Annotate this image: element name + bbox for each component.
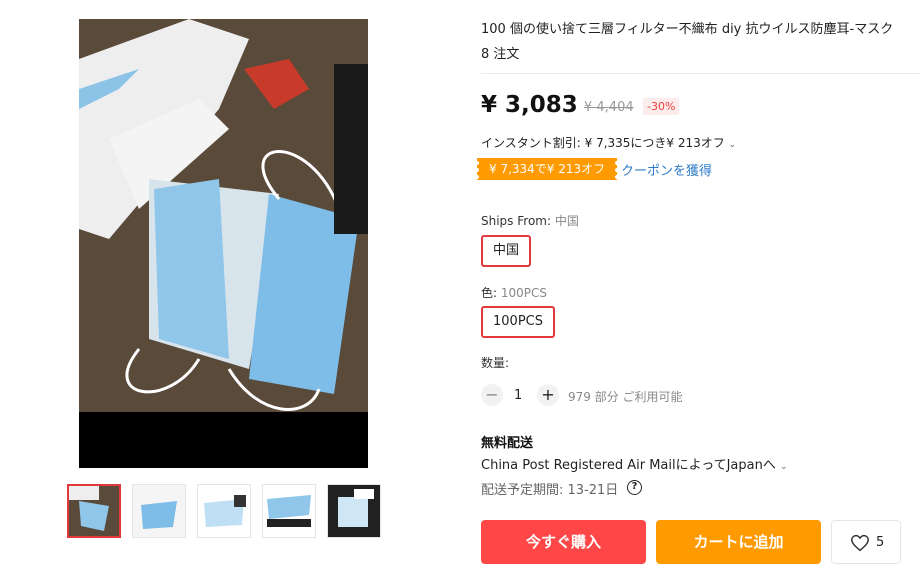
buy-now-button[interactable]: 今すぐ購入 — [481, 520, 646, 564]
ships-from-label-text: Ships From: — [481, 214, 552, 228]
thumbnail-5-image — [328, 485, 380, 537]
current-price: ¥ 3,083 — [481, 92, 578, 118]
thumbnail-5[interactable] — [327, 484, 381, 538]
thumbnail-2[interactable] — [132, 484, 186, 538]
thumbnail-4-image — [263, 485, 315, 537]
thumbnail-1[interactable] — [67, 484, 121, 538]
delivery-estimate: 配送予定期間: 13-21日 — [481, 483, 619, 498]
color-label-text: 色: — [481, 286, 498, 300]
add-to-cart-button[interactable]: カートに追加 — [656, 520, 821, 564]
help-icon[interactable]: ? — [627, 480, 642, 495]
instant-discount[interactable]: インスタント割引: ¥ 7,335につき¥ 213オフ ⌄ — [481, 134, 736, 151]
ships-from-option-china[interactable]: 中国 — [481, 235, 532, 267]
quantity-available: 979 部分 ご利用可能 — [568, 390, 683, 404]
coupon-tag: ¥ 7,334で¥ 213オフ — [476, 158, 618, 180]
discount-badge: -30% — [643, 98, 680, 115]
quantity-label: 数量: — [481, 356, 510, 370]
thumbnail-2-image — [133, 485, 185, 537]
instant-discount-text: インスタント割引: ¥ 7,335につき¥ 213オフ — [481, 136, 725, 150]
thumbnail-3[interactable] — [197, 484, 251, 538]
chevron-down-icon: ⌄ — [779, 462, 788, 472]
free-shipping-label: 無料配送 — [481, 436, 534, 451]
shipping-method[interactable]: China Post Registered Air MailによってJapanへ… — [481, 454, 788, 473]
shipping-method-text: China Post Registered Air MailによってJapanへ — [481, 458, 776, 473]
ships-from-selected: 中国 — [554, 214, 579, 228]
color-label: 色: 100PCS — [481, 284, 547, 301]
divider — [481, 73, 921, 74]
color-option-100pcs[interactable]: 100PCS — [481, 306, 555, 338]
order-count: 8 注文 — [481, 47, 520, 62]
product-title: 100 個の使い捨て三層フィルター不織布 diy 抗ウイルス防塵耳-マスク — [481, 22, 894, 37]
get-coupon-link[interactable]: クーポンを獲得 — [621, 160, 712, 179]
thumbnail-strip — [67, 484, 383, 540]
wishlist-button[interactable]: 5 — [831, 520, 901, 564]
thumbnail-1-image — [69, 486, 119, 536]
wishlist-count: 5 — [876, 535, 885, 550]
original-price: ¥ 4,404 — [584, 100, 634, 115]
color-selected: 100PCS — [500, 286, 548, 300]
thumbnail-4[interactable] — [262, 484, 316, 538]
quantity-increase-button[interactable]: + — [537, 384, 559, 406]
heart-icon — [851, 534, 869, 552]
ships-from-label: Ships From: 中国 — [481, 212, 579, 229]
quantity-value[interactable]: 1 — [514, 388, 522, 403]
mask-photo — [79, 19, 368, 468]
quantity-decrease-button[interactable]: − — [481, 384, 503, 406]
chevron-down-icon: ⌄ — [728, 140, 737, 150]
main-product-image[interactable] — [79, 19, 368, 468]
thumbnail-3-image — [198, 485, 250, 537]
